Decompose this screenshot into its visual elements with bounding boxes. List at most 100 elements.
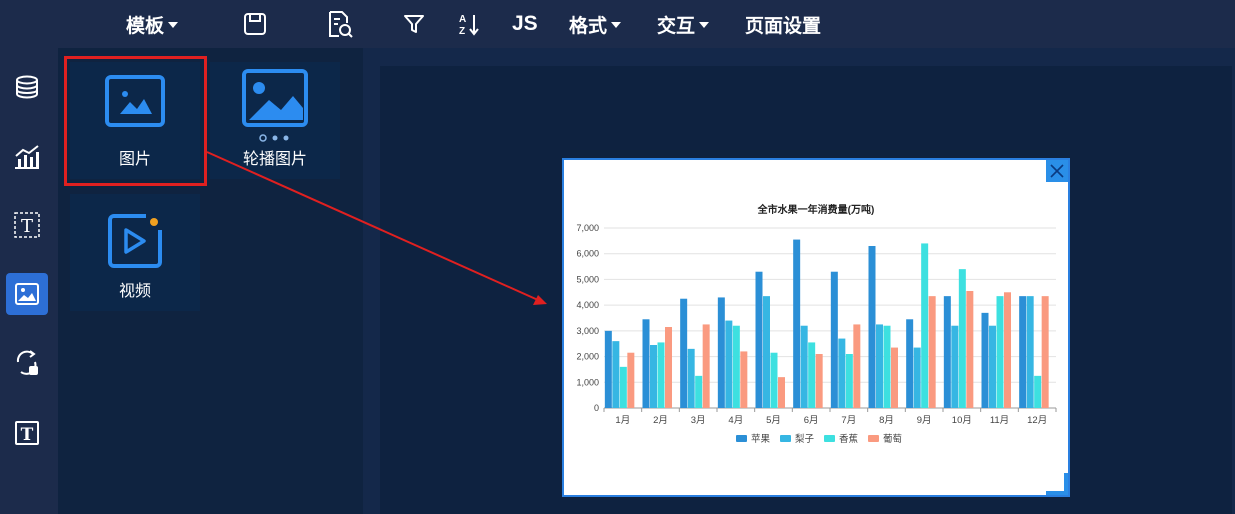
bar [725,320,733,408]
bar [906,319,914,408]
template-menu[interactable]: 模板 [126,0,179,48]
bar [830,271,838,408]
bar [1004,292,1011,408]
bar [913,347,921,408]
template-menu-label: 模板 [126,15,165,37]
bar [793,239,801,408]
preview-search-icon [329,11,353,38]
bar [695,375,703,408]
bar [891,347,898,408]
bar [755,271,763,408]
y-tick-label: 4,000 [576,300,599,310]
image-widget[interactable]: 全市水果一年消费量(万吨) 0 1,000 2,000 3,000 4,000 5,000 6… [562,158,1070,497]
bar [883,325,891,408]
legend-swatch [736,435,747,442]
rail-item-interaction[interactable] [6,342,48,384]
bar [1034,375,1042,408]
bar [627,352,635,408]
x-tick-label: 5月 [766,415,781,426]
bar [763,296,770,408]
rail-item-dataset[interactable] [6,66,48,108]
app-window: 模板 A Z JS 格式 交互 页面设置 T T 图片 轮播图片 视频 全市水果… [0,0,1235,514]
save-button[interactable] [242,0,268,48]
bar [1026,296,1034,408]
chevron-down-icon [611,22,622,28]
bar [815,354,823,408]
bar [943,296,951,408]
bar [665,327,672,408]
close-button[interactable] [1046,160,1068,182]
x-tick-label: 4月 [728,415,743,426]
image-icon [15,283,39,305]
page-settings-label: 页面设置 [745,15,822,37]
resize-handle-icon[interactable] [1046,473,1068,495]
svg-text:A: A [459,14,466,25]
bar [680,298,688,408]
x-tick-label: 9月 [917,415,932,426]
bar [650,345,657,408]
bar [1019,296,1027,408]
database-icon [16,75,38,99]
bar [778,377,785,408]
interact-menu[interactable]: 交互 [657,0,710,48]
x-tick-label: 7月 [841,415,856,426]
y-tick-label: 2,000 [576,352,599,362]
legend-swatch [780,435,791,442]
bar [853,324,861,408]
rail-item-textbox[interactable]: T [6,204,48,246]
bar [604,330,612,408]
bar [740,351,748,408]
chart-icon [15,145,39,169]
bar [958,269,966,408]
component-video[interactable]: 视频 [70,194,200,311]
preview-button[interactable] [326,0,354,48]
rail-item-media[interactable] [6,273,48,315]
selection-highlight [64,56,207,186]
bar [989,325,996,408]
top-toolbar: 模板 A Z JS 格式 交互 页面设置 [0,0,1235,48]
y-tick-label: 7,000 [576,223,599,233]
bar [619,366,627,408]
legend-label: 葡萄 [883,433,902,445]
legend-label: 梨子 [795,433,815,445]
component-carousel-image[interactable]: 轮播图片 [210,62,340,179]
close-icon [1050,164,1064,178]
sort-button[interactable]: A Z [458,0,482,48]
bar [657,342,665,408]
y-tick-label: 3,000 [576,326,599,336]
bar [951,325,959,408]
bar [966,291,974,408]
rail-item-text[interactable]: T [6,412,48,454]
bar [732,325,740,408]
chevron-down-icon [168,22,179,28]
bar [687,348,695,408]
bar [876,324,883,408]
x-tick-label: 10月 [952,415,972,426]
bar [928,296,936,408]
bar [845,354,853,408]
video-icon [108,214,162,268]
y-tick-label: 5,000 [576,274,599,284]
bar [921,243,929,408]
left-icon-rail: T T [0,48,58,514]
legend-label: 香蕉 [839,433,859,445]
format-menu[interactable]: 格式 [569,0,622,48]
component-label: 轮播图片 [242,151,307,168]
bar [770,352,778,408]
y-tick-label: 1,000 [576,377,599,387]
rail-item-chart[interactable] [6,136,48,178]
svg-text:Z: Z [459,26,465,37]
bar [996,296,1004,408]
bar [612,341,620,408]
component-label: 视频 [118,283,151,300]
bar [702,324,710,408]
x-tick-label: 2月 [653,415,668,426]
interact-menu-label: 交互 [657,15,696,37]
svg-text:T: T [21,425,34,445]
page-settings-button[interactable]: 页面设置 [745,0,821,48]
js-button[interactable]: JS [512,0,538,48]
chart-title: 全市水果一年消费量(万吨) [757,203,875,216]
carousel-image-icon [242,69,308,142]
filter-button[interactable] [402,0,426,48]
bar [838,338,846,408]
